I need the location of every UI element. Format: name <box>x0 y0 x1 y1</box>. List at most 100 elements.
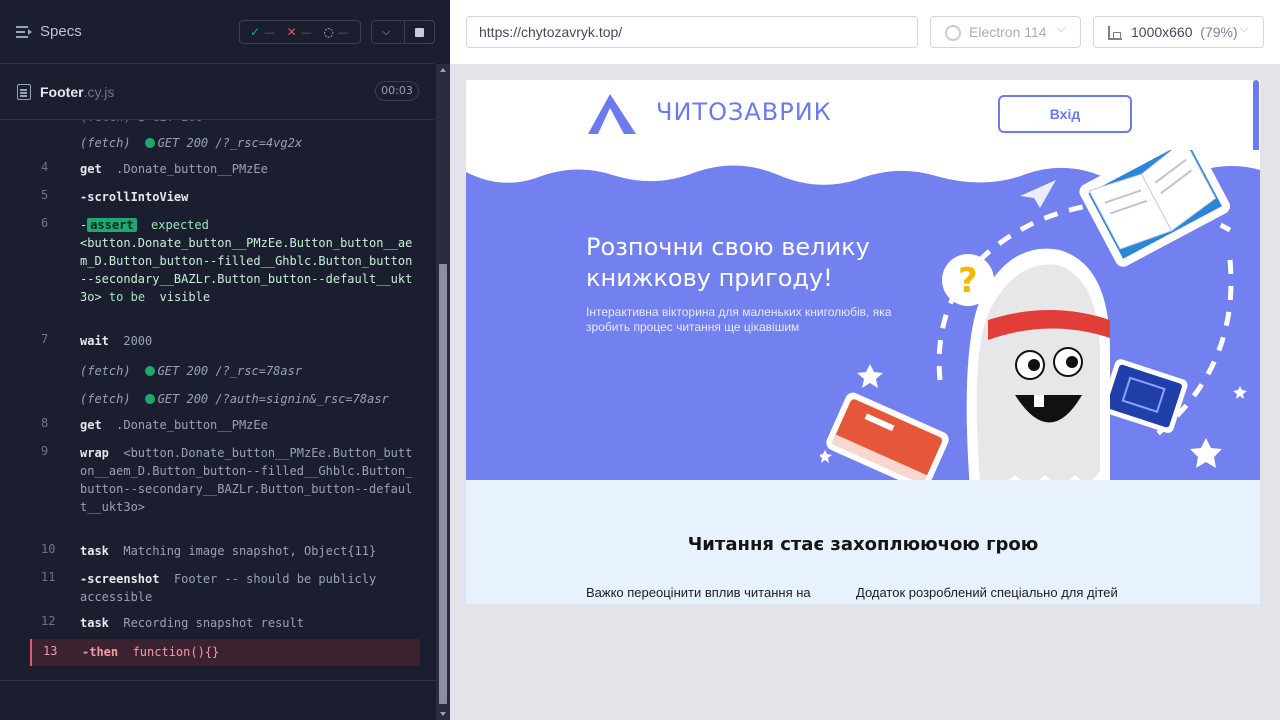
aut-toolbar: https://chytozavryk.top/ Electron 114 ⌵ … <box>450 0 1280 64</box>
command-name: -screenshot <box>80 572 160 586</box>
command-message: .Donate_button__PMzEe <box>116 162 268 176</box>
run-controls: ⌵ <box>371 20 435 44</box>
command-name: get <box>80 418 102 432</box>
command-row-assert[interactable]: 6 - assert expected <button.Donate_button_… <box>30 216 420 324</box>
command-number: 5 <box>41 188 49 202</box>
divider <box>0 680 436 681</box>
stop-icon[interactable] <box>415 28 424 37</box>
assert-verb: to be <box>108 290 146 304</box>
command-message: Recording snapshot result <box>123 616 304 630</box>
file-icon <box>17 84 31 100</box>
fetch-request: GET 200 /?_rsc=4vg2x <box>157 136 303 150</box>
command-number: 10 <box>41 542 56 556</box>
specs-list-icon[interactable] <box>16 25 32 39</box>
page-scrollbar-thumb[interactable] <box>1253 80 1259 158</box>
clipped-command: (fetch) ● GET 200 <box>80 120 203 124</box>
features-section: Читання стає захоплюючою грою Важко пере… <box>466 480 1260 604</box>
command-name: task <box>80 544 109 558</box>
paper-plane-icon <box>1020 180 1056 208</box>
x-icon: ✕ <box>286 25 297 39</box>
pending-stat: ◌ — <box>323 25 360 39</box>
test-stats: ✓ — ✕ — ◌ — <box>239 20 361 44</box>
command-message: .Donate_button__PMzEe <box>116 418 268 432</box>
login-button[interactable]: Вхід <box>998 95 1132 133</box>
status-dot-icon <box>144 394 155 404</box>
command-number: 13 <box>43 644 58 658</box>
scrollbar-thumb[interactable] <box>439 264 447 704</box>
viewport-scale: (79%) <box>1200 24 1238 40</box>
fetch-label: (fetch) <box>80 364 131 378</box>
pending-count: — <box>337 25 349 39</box>
command-number: 12 <box>41 614 56 628</box>
command-number: 6 <box>41 216 49 230</box>
command-name: get <box>80 162 102 176</box>
chevron-down-icon: ⌵ <box>1240 23 1249 35</box>
fetch-request: GET 200 /?_rsc=78asr <box>157 364 303 378</box>
command-number: 7 <box>41 332 49 346</box>
chevron-down-icon: ⌵ <box>1057 23 1066 35</box>
command-message: function(){} <box>132 645 220 659</box>
feature-text-2: Додаток розроблений спеціально для дітей <box>856 585 1118 600</box>
browser-selector[interactable]: Electron 114 ⌵ <box>930 16 1081 48</box>
command-row[interactable]: (fetch) GET 200 /?_rsc=4vg2x <box>30 134 420 152</box>
command-log: (fetch) ● GET 200 (fetch) GET 200 /?_rsc=… <box>30 120 420 680</box>
scroll-down-icon[interactable] <box>440 712 446 716</box>
specs-header: Specs ✓ — ✕ — ◌ — ⌵ <box>0 0 435 64</box>
app-viewport: ЧИТОЗАВРИК Вхід Розпочни свою велику кни… <box>466 80 1260 604</box>
spec-file-row: Footer.cy.js 00:03 <box>0 64 435 120</box>
pending-circle-icon: ◌ <box>323 25 334 39</box>
chevron-down-icon[interactable]: ⌵ <box>382 25 390 39</box>
divider <box>404 21 405 43</box>
duration-badge: 00:03 <box>375 81 419 101</box>
command-name: -scrollIntoView <box>80 190 189 204</box>
svg-text:?: ? <box>958 261 978 301</box>
viewport-selector[interactable]: 1000x660 (79%) ⌵ <box>1093 16 1264 48</box>
passed-stat: ✓ — <box>250 25 287 39</box>
hero-section: Розпочни свою велику книжкову пригоду! І… <box>466 150 1260 480</box>
command-row[interactable]: 12 task Recording snapshot result <box>30 614 420 632</box>
check-icon: ✓ <box>250 25 261 39</box>
status-dot-icon <box>144 366 155 376</box>
command-row[interactable]: 7 wait 2000 <box>30 332 420 350</box>
site-header: ЧИТОЗАВРИК Вхід <box>466 80 1260 158</box>
command-row[interactable]: 4 get .Donate_button__PMzEe <box>30 160 420 178</box>
command-message: 2000 <box>123 334 153 348</box>
command-row[interactable]: (fetch) GET 200 /?_rsc=78asr <box>30 362 420 380</box>
assert-expected: expected <box>151 218 209 232</box>
command-name: -then <box>82 645 119 659</box>
hero-illustration: ? <box>820 150 1247 480</box>
command-number: 4 <box>41 160 49 174</box>
command-row-failed[interactable]: 13 -then function(){} <box>30 639 420 666</box>
spec-file-name[interactable]: Footer.cy.js <box>40 84 114 100</box>
logo-mark-icon[interactable] <box>586 92 638 136</box>
reporter-panel: Specs ✓ — ✕ — ◌ — ⌵ Footer.cy.js 00:03 (… <box>0 0 450 720</box>
command-message: Matching image snapshot, Object{11} <box>123 544 377 558</box>
browser-icon <box>945 25 961 41</box>
browser-label: Electron 114 <box>969 24 1047 40</box>
command-number: 11 <box>41 570 56 584</box>
command-row[interactable]: 8 get .Donate_button__PMzEe <box>30 416 420 434</box>
fetch-label: (fetch) <box>80 136 131 150</box>
command-row[interactable]: 10 task Matching image snapshot, Object{… <box>30 542 420 560</box>
assert-badge: assert <box>87 218 137 232</box>
command-row[interactable]: (fetch) GET 200 /?auth=signin&_rsc=78asr <box>30 390 420 408</box>
reporter-scrollbar[interactable] <box>436 64 450 720</box>
command-number: 8 <box>41 416 49 430</box>
scroll-up-icon[interactable] <box>440 68 446 72</box>
command-row[interactable]: 5 -scrollIntoView <box>30 188 420 206</box>
failed-count: — <box>300 25 312 39</box>
url-field[interactable]: https://chytozavryk.top/ <box>466 16 918 48</box>
specs-title[interactable]: Specs <box>40 23 82 40</box>
fetch-label: (fetch) <box>80 392 131 406</box>
viewport-size: 1000x660 <box>1131 24 1193 40</box>
logo-text[interactable]: ЧИТОЗАВРИК <box>656 98 832 126</box>
command-message: <button.Donate_button__PMzEe.Button_butt… <box>80 446 413 514</box>
section-title: Читання стає захоплюючою грою <box>687 534 1039 555</box>
command-name: wait <box>80 334 109 348</box>
command-name: wrap <box>80 446 109 460</box>
file-base-name: Footer <box>40 84 84 100</box>
aut-panel: https://chytozavryk.top/ Electron 114 ⌵ … <box>450 0 1280 720</box>
command-dash: - <box>80 218 88 232</box>
command-row[interactable]: 11 -screenshot Footer -- should be publi… <box>30 570 420 606</box>
command-row[interactable]: 9 wrap <button.Donate_button__PMzEe.Butt… <box>30 444 420 534</box>
